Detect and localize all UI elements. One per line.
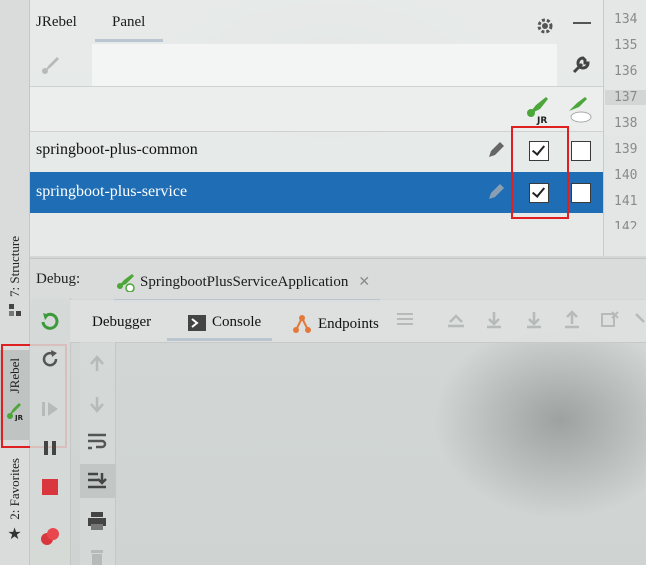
line-number: 138	[614, 116, 638, 131]
scroll-to-end-toggle[interactable]	[80, 464, 115, 498]
line-number: 142	[614, 220, 638, 229]
view-breakpoints-icon[interactable]	[39, 526, 61, 548]
active-tab-indicator	[95, 39, 163, 42]
line-number: 136	[614, 64, 638, 79]
stop-icon[interactable]	[41, 478, 59, 496]
reload-icon[interactable]	[39, 348, 61, 370]
module-name: springboot-plus-service	[36, 183, 188, 200]
tab-debugger[interactable]: Debugger	[92, 314, 151, 331]
editor-gutter: 134 135 136 137 138 139 140 141 142	[603, 0, 646, 256]
remote-checkbox[interactable]	[571, 183, 591, 203]
console-toolbar	[80, 342, 116, 565]
line-number: 137	[605, 90, 646, 105]
restore-layout-icon[interactable]	[396, 310, 414, 328]
structure-icon	[8, 304, 21, 317]
tab-jrebel[interactable]: JRebel	[36, 14, 77, 31]
scroll-to-end-icon	[88, 472, 107, 489]
step-over-icon[interactable]	[484, 310, 504, 330]
line-number: 139	[614, 142, 638, 157]
module-name: springboot-plus-common	[36, 141, 198, 158]
remote-checkbox[interactable]	[571, 141, 591, 161]
more-actions-icon[interactable]	[634, 310, 646, 330]
structure-label: 7: Structure	[6, 236, 22, 298]
arrow-up-icon[interactable]	[87, 354, 107, 374]
trash-icon[interactable]	[87, 548, 107, 565]
structure-tool-button[interactable]: 7: Structure	[0, 232, 29, 332]
remote-server-icon	[569, 97, 592, 123]
line-number: 141	[614, 194, 638, 209]
arrow-down-icon[interactable]	[87, 394, 107, 414]
gear-icon[interactable]	[535, 16, 555, 36]
favorites-label: 2: Favorites	[6, 458, 22, 520]
svg-text:JR: JR	[536, 116, 547, 125]
debug-session-name: SpringbootPlusServiceApplication	[140, 273, 349, 290]
print-icon[interactable]	[86, 510, 108, 532]
tab-endpoints-label: Endpoints	[318, 315, 379, 332]
line-number: 134	[614, 12, 638, 27]
minimize-icon[interactable]	[573, 22, 591, 26]
star-icon: ★	[7, 523, 22, 543]
panel-tab-bar: JRebel Panel	[30, 6, 603, 42]
pencil-icon[interactable]	[485, 181, 507, 203]
wrench-icon[interactable]	[570, 54, 592, 76]
resume-icon[interactable]	[39, 398, 61, 420]
favorites-tool-button[interactable]: 2: Favorites ★	[0, 452, 29, 557]
pause-icon[interactable]	[42, 440, 58, 456]
debug-label: Debug:	[36, 271, 81, 287]
close-icon[interactable]: ✕	[358, 274, 370, 290]
line-number: 135	[614, 38, 638, 53]
tab-endpoints[interactable]: Endpoints	[292, 314, 379, 334]
highlight-box-jrebel-column	[511, 126, 569, 219]
rocket-disabled-icon[interactable]	[40, 54, 62, 76]
debug-actions-bar	[30, 298, 71, 565]
debug-subtabs: Debugger Console Endpoints	[70, 300, 646, 343]
tool-window-strip: 7: Structure JRebel JR 2: Favorites ★	[0, 0, 30, 565]
spring-boot-run-icon	[117, 274, 135, 292]
tab-console-label: Console	[212, 314, 262, 330]
step-into-icon[interactable]	[524, 310, 544, 330]
panel-toolbar	[30, 44, 603, 86]
jrebel-agent-icon: JR	[527, 97, 548, 125]
search-input[interactable]	[92, 44, 557, 86]
line-number: 140	[614, 168, 638, 183]
soft-wrap-icon[interactable]	[86, 432, 108, 452]
console-icon	[188, 314, 206, 331]
show-execution-point-icon[interactable]	[446, 310, 466, 330]
rerun-icon[interactable]	[39, 310, 61, 332]
step-out-icon[interactable]	[562, 310, 582, 330]
pencil-icon[interactable]	[485, 139, 507, 161]
tab-panel[interactable]: Panel	[112, 14, 145, 31]
debug-header: Debug: SpringbootPlusServiceApplication …	[30, 258, 646, 302]
endpoints-icon	[293, 315, 311, 333]
tab-console[interactable]: Console	[188, 314, 261, 331]
debug-session-tab[interactable]: SpringbootPlusServiceApplication ✕	[114, 265, 381, 302]
active-subtab-indicator	[167, 338, 272, 341]
drop-frame-icon[interactable]	[600, 310, 620, 330]
